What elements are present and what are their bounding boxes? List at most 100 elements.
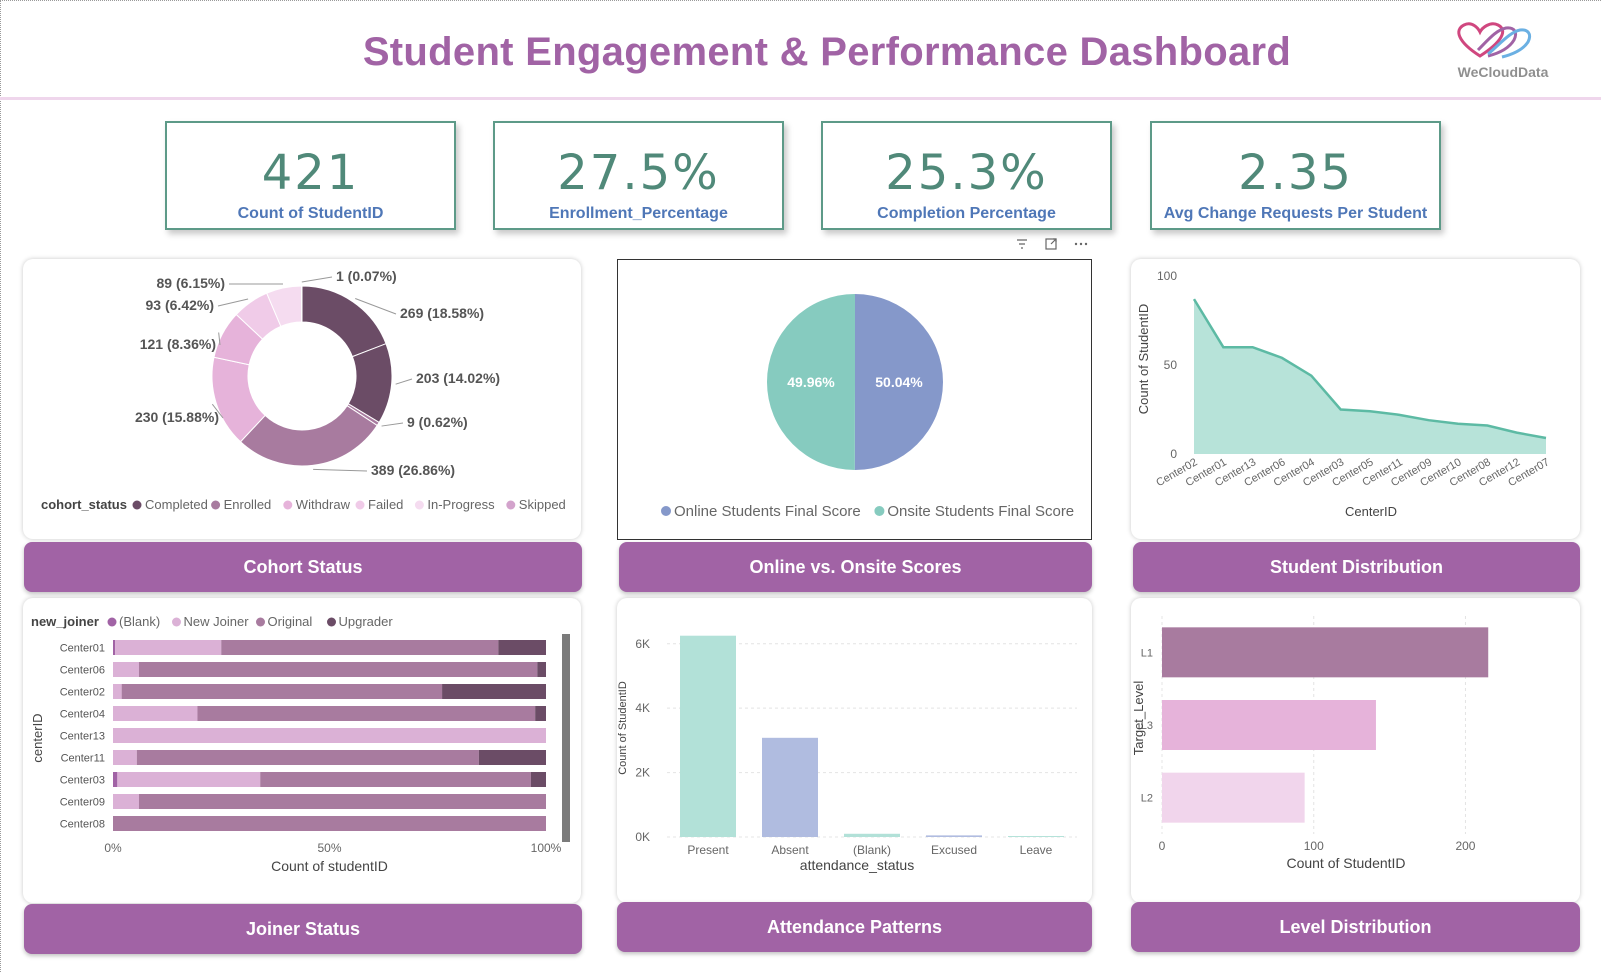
joiner-status-stacked-bar-chart[interactable]: new_joiner (Blank) New Joiner Original Upgra… bbox=[23, 598, 581, 903]
y-tick-label: Center03 bbox=[60, 775, 105, 787]
cohort-donut-chart[interactable]: 269 (18.58%) 203 (14.02%) 9 (0.62%) 389 (26… bbox=[23, 259, 581, 539]
legend-marker bbox=[283, 500, 293, 510]
bar bbox=[1162, 772, 1305, 823]
y-tick-label: Center02 bbox=[60, 687, 105, 699]
bar bbox=[926, 835, 982, 837]
bar-segment bbox=[478, 750, 546, 765]
x-tick-label: 0 bbox=[1159, 839, 1166, 853]
bar bbox=[1162, 700, 1376, 750]
legend-marker bbox=[661, 506, 671, 516]
legend-label: Online Students Final Score bbox=[674, 503, 861, 520]
focus-mode-icon[interactable] bbox=[1045, 238, 1057, 253]
legend-marker bbox=[132, 500, 142, 510]
bar bbox=[1162, 627, 1489, 678]
x-tick-label: Present bbox=[687, 843, 729, 857]
data-label: 89 (6.15%) bbox=[157, 275, 225, 291]
bar-segment bbox=[221, 640, 499, 655]
legend-marker bbox=[874, 506, 885, 516]
x-axis-title: CenterID bbox=[1345, 504, 1397, 519]
online-onsite-pie-chart[interactable]: 50.04% 49.96% Online Students Final Score O… bbox=[618, 260, 1091, 539]
y-axis-title: Target_Level bbox=[1131, 681, 1146, 756]
bar bbox=[680, 635, 736, 837]
bar-segment bbox=[117, 772, 261, 787]
x-tick-label: 50% bbox=[317, 841, 341, 855]
legend-marker bbox=[327, 617, 336, 627]
y-tick-label: Center09 bbox=[60, 797, 105, 809]
y-axis-title: Count of StudentID bbox=[617, 681, 629, 775]
bar-segment bbox=[121, 684, 443, 699]
x-axis-title: Count of StudentID bbox=[1286, 855, 1405, 871]
kpi-card-change-requests: 2.35 Avg Change Requests Per Student bbox=[1150, 121, 1441, 230]
y-tick-label: Center04 bbox=[60, 709, 105, 721]
leader-line bbox=[395, 378, 413, 385]
online-onsite-panel: 50.04% 49.96% Online Students Final Score O… bbox=[617, 259, 1092, 540]
bar-segment bbox=[115, 640, 222, 655]
bar-segment bbox=[113, 772, 118, 787]
bar-segment bbox=[138, 662, 538, 677]
area-fill bbox=[1194, 299, 1546, 454]
more-options-icon[interactable] bbox=[1074, 238, 1088, 253]
bar-segment bbox=[442, 684, 546, 699]
data-label: 203 (14.02%) bbox=[416, 370, 500, 386]
donut-slice bbox=[301, 285, 387, 358]
legend-label: Upgrader bbox=[339, 614, 394, 629]
y-tick-label: Center06 bbox=[60, 665, 105, 677]
leader-line bbox=[313, 468, 368, 472]
x-tick-label: (Blank) bbox=[853, 843, 891, 857]
y-tick-label: Center08 bbox=[60, 819, 105, 831]
legend-marker bbox=[506, 500, 516, 510]
legend-label: (Blank) bbox=[119, 614, 160, 629]
bar-segment bbox=[138, 794, 546, 809]
legend-label: Onsite Students Final Score bbox=[887, 503, 1074, 520]
leader-line bbox=[301, 276, 333, 283]
legend-title: cohort_status bbox=[41, 497, 127, 512]
bar bbox=[844, 833, 900, 837]
kpi-value: 25.3% bbox=[885, 145, 1048, 201]
bar-segment bbox=[498, 640, 546, 655]
kpi-value: 27.5% bbox=[557, 145, 720, 201]
y-tick-label: 0K bbox=[635, 830, 650, 844]
x-tick-label: 200 bbox=[1455, 839, 1475, 853]
x-tick-label: 0% bbox=[104, 841, 122, 855]
bar-segment bbox=[535, 706, 546, 721]
legend-marker bbox=[172, 617, 181, 627]
caption-cohort-status: Cohort Status bbox=[24, 542, 582, 592]
kpi-value: 421 bbox=[261, 145, 360, 201]
legend-marker bbox=[211, 500, 221, 510]
kpi-card-completion: 25.3% Completion Percentage bbox=[821, 121, 1112, 230]
attendance-bar-chart[interactable]: 0K 2K 4K 6K Present Absent (Blank) Excused Leave… bbox=[617, 598, 1092, 903]
cohort-status-panel: 269 (18.58%) 203 (14.02%) 9 (0.62%) 389 (26… bbox=[23, 259, 581, 539]
y-tick-label: L2 bbox=[1141, 793, 1153, 805]
bar-segment bbox=[113, 728, 546, 743]
filter-icon[interactable] bbox=[1016, 238, 1028, 253]
level-distribution-panel: 0 100 200 L1 L3 L2 Count of StudentID Target_Le… bbox=[1131, 598, 1580, 903]
bar bbox=[1008, 836, 1064, 837]
legend-marker bbox=[107, 617, 117, 627]
bar bbox=[762, 737, 818, 837]
level-distribution-bar-chart[interactable]: 0 100 200L1L3L2Count of StudentIDTarget_Le… bbox=[1131, 598, 1580, 903]
legend-label: Failed bbox=[368, 497, 403, 512]
heart-waves-logo-icon bbox=[1457, 22, 1532, 59]
student-distribution-area-chart[interactable]: 050100Center02Center01Center13Center06Ce… bbox=[1131, 259, 1580, 539]
bar-segment bbox=[197, 706, 536, 721]
bar-segment bbox=[530, 772, 546, 787]
caption-level-distribution: Level Distribution bbox=[1131, 902, 1580, 952]
y-tick-label: Center01 bbox=[60, 643, 105, 655]
legend-label: New Joiner bbox=[184, 614, 250, 629]
x-axis-title: Count of studentID bbox=[271, 858, 388, 874]
data-label: 269 (18.58%) bbox=[400, 305, 484, 321]
data-label: 49.96% bbox=[787, 374, 835, 390]
legend-marker bbox=[414, 500, 424, 510]
x-tick-label: 100% bbox=[531, 841, 562, 855]
y-tick-label: 6K bbox=[635, 637, 650, 651]
joiner-status-panel: new_joiner (Blank) New Joiner Original Upgra… bbox=[23, 598, 581, 903]
legend-label: In-Progress bbox=[427, 497, 495, 512]
data-label: 230 (15.88%) bbox=[135, 409, 219, 425]
leader-line bbox=[381, 422, 404, 427]
kpi-label: Enrollment_Percentage bbox=[549, 205, 728, 222]
bar-segment bbox=[113, 662, 139, 677]
bar-segment bbox=[113, 794, 139, 809]
scrollbar-thumb bbox=[562, 634, 570, 842]
y-axis-title: centerID bbox=[30, 713, 45, 762]
legend-label: Completed bbox=[145, 497, 208, 512]
